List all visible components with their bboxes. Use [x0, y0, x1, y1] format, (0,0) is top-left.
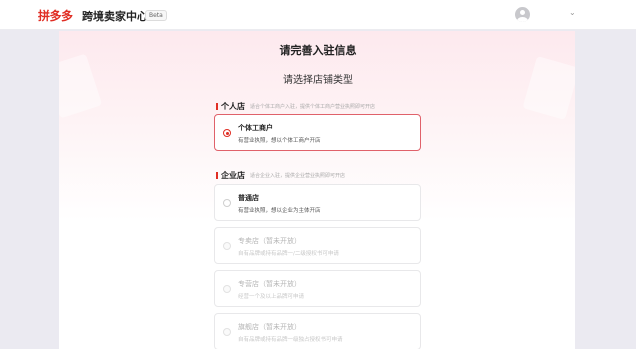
option-desc: 经营一个及以上品牌可申请 [238, 294, 305, 300]
store-type-specialty: 专卖店（暂未开放） 自有品牌或持有品牌一/二级授权书可申请 [214, 227, 421, 264]
section-enterprise-title: 企业店 [221, 171, 245, 180]
store-type-flagship: 旗舰店（暂未开放） 自有品牌或持有品牌一级独占授权书可申请 [214, 313, 421, 349]
section-enterprise-header: 企业店 适合企业入驻，提供企业营业执照即可开店 [216, 165, 345, 184]
page-title: 请完善入驻信息 [279, 44, 357, 57]
store-type-individual[interactable]: 个体工商户 有营业执照，想以个体工商户开店 [214, 114, 421, 151]
option-desc: 有营业执照，想以个体工商户开店 [238, 138, 321, 144]
option-title: 专营店（暂未开放） [238, 280, 301, 288]
option-desc: 有营业执照，想以企业为主体开店 [238, 208, 321, 214]
option-title: 普通店 [238, 194, 259, 202]
background-decoration [522, 55, 575, 121]
option-title: 旗舰店（暂未开放） [238, 323, 301, 331]
pinduoduo-logo[interactable]: 拼多多 [38, 7, 73, 24]
store-type-ordinary[interactable]: 普通店 有营业执照，想以企业为主体开店 [214, 184, 421, 221]
section-enterprise-desc: 适合企业入驻，提供企业营业执照即可开店 [250, 173, 346, 179]
user-avatar-icon[interactable] [515, 7, 530, 22]
section-marker [216, 103, 218, 110]
section-personal-desc: 适合个体工商户入驻，提供个体工商户营业执照即可开店 [250, 104, 376, 110]
chevron-down-icon[interactable]: ⌄ [569, 8, 576, 17]
option-desc: 自有品牌或持有品牌一/二级授权书可申请 [238, 251, 339, 257]
page-subtitle: 请选择店铺类型 [283, 75, 353, 86]
section-personal-header: 个人店 适合个体工商户入驻，提供个体工商户营业执照即可开店 [216, 96, 375, 115]
option-title: 个体工商户 [238, 124, 273, 132]
top-header: 拼多多 跨境卖家中心 Beta ⌄ [0, 0, 636, 30]
radio-disabled [223, 242, 231, 250]
beta-badge: Beta [145, 10, 167, 21]
radio-disabled [223, 328, 231, 336]
radio-unselected[interactable] [223, 199, 231, 207]
option-desc: 自有品牌或持有品牌一级独占授权书可申请 [238, 337, 343, 343]
option-title: 专卖店（暂未开放） [238, 237, 301, 245]
radio-selected[interactable] [223, 129, 231, 137]
store-type-franchise: 专营店（暂未开放） 经营一个及以上品牌可申请 [214, 270, 421, 307]
radio-disabled [223, 285, 231, 293]
background-decoration [59, 53, 103, 119]
section-marker [216, 172, 218, 179]
section-personal-title: 个人店 [221, 102, 245, 111]
seller-center-title: 跨境卖家中心 [82, 10, 148, 23]
